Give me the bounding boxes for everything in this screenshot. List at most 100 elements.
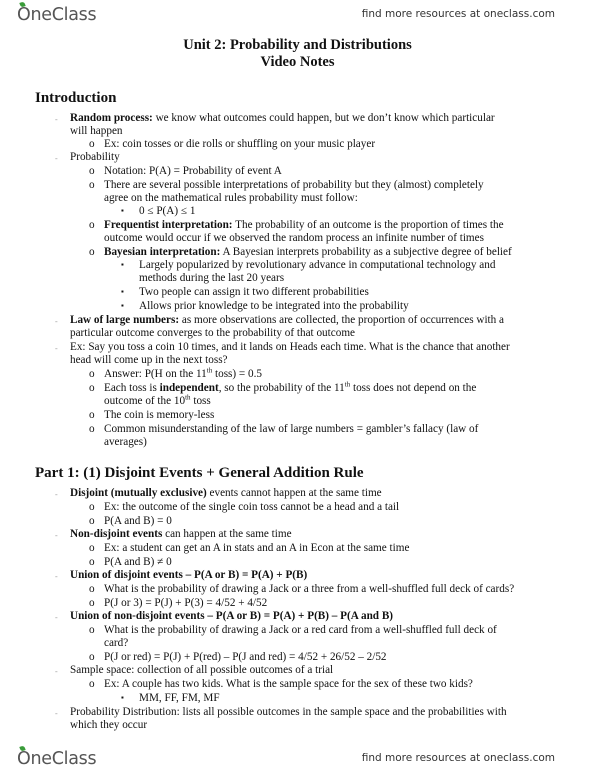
circle-bullet: o bbox=[89, 138, 95, 150]
list-item: P(J or red) = P(J) + P(red) – P(J and re… bbox=[104, 651, 387, 663]
list-item: Non-disjoint events can happen at the sa… bbox=[70, 528, 292, 541]
definition: we know what outcomes could happen, but … bbox=[152, 112, 495, 124]
text: , so the probability of the 11 bbox=[218, 382, 345, 394]
list-item-continued: head will come up in the next toss? bbox=[70, 354, 228, 366]
list-item: Bayesian interpretation: A Bayesian inte… bbox=[104, 246, 512, 259]
list-item: Ex: the outcome of the single coin toss … bbox=[104, 501, 400, 513]
list-item-continued: which they occur bbox=[70, 719, 148, 731]
logo-o: O bbox=[17, 1, 31, 25]
list-item: Largely popularized by revolutionary adv… bbox=[139, 259, 496, 271]
definition: The probability of an outcome is the pro… bbox=[232, 219, 504, 231]
dash-bullet: - bbox=[55, 154, 58, 163]
list-item: The coin is memory-less bbox=[104, 409, 215, 421]
list-item: Union of disjoint events – P(A or B) = P… bbox=[70, 569, 308, 581]
circle-bullet: o bbox=[89, 515, 95, 527]
list-item: Disjoint (mutually exclusive) events can… bbox=[70, 487, 382, 500]
list-item: There are several possible interpretatio… bbox=[104, 179, 484, 191]
list-item: P(A and B) ≠ 0 bbox=[104, 556, 172, 568]
definition: as more observations are collected, the … bbox=[179, 314, 505, 326]
logo-o-text: O bbox=[17, 5, 31, 25]
list-item: MM, FF, FM, MF bbox=[139, 692, 220, 704]
list-item: P(J or 3) = P(J) + P(3) = 4/52 + 4/52 bbox=[104, 597, 268, 609]
list-item: Notation: P(A) = Probability of event A bbox=[104, 165, 282, 177]
list-item: Each toss is independent, so the probabi… bbox=[104, 381, 477, 395]
circle-bullet: o bbox=[89, 624, 95, 636]
section-heading-introduction: Introduction bbox=[35, 90, 117, 106]
document-subtitle: Video Notes bbox=[260, 54, 335, 70]
term: Law of large numbers: bbox=[70, 314, 180, 326]
list-item-continued: averages) bbox=[104, 436, 147, 448]
circle-bullet: o bbox=[89, 165, 95, 177]
text: toss) = 0.5 bbox=[212, 368, 263, 380]
list-item: Common misunderstanding of the law of la… bbox=[104, 423, 479, 435]
list-item: Ex: coin tosses or die rolls or shufflin… bbox=[104, 138, 376, 150]
circle-bullet: o bbox=[89, 219, 95, 231]
list-item: Probability Distribution: lists all poss… bbox=[70, 706, 507, 718]
dash-bullet: - bbox=[55, 613, 58, 622]
text: Each toss is bbox=[104, 382, 160, 394]
text: toss does not depend on the bbox=[350, 382, 477, 394]
list-item: Frequentist interpretation: The probabil… bbox=[104, 219, 504, 232]
circle-bullet: o bbox=[89, 583, 95, 595]
dash-bullet: - bbox=[55, 344, 58, 353]
circle-bullet: o bbox=[89, 382, 95, 394]
list-item: Law of large numbers: as more observatio… bbox=[70, 314, 504, 327]
list-item-continued: card? bbox=[104, 637, 129, 649]
list-item: Ex: Say you toss a coin 10 times, and it… bbox=[70, 341, 510, 353]
list-item-continued: methods during the last 20 years bbox=[139, 272, 285, 284]
circle-bullet: o bbox=[89, 556, 95, 568]
dash-bullet: - bbox=[55, 317, 58, 326]
page-header: OneClass find more resources at oneclass… bbox=[0, 1, 595, 30]
list-item: Sample space: collection of all possible… bbox=[70, 664, 334, 676]
term: Bayesian interpretation: bbox=[104, 246, 221, 258]
list-item: Ex: A couple has two kids. What is the s… bbox=[104, 678, 473, 690]
logo-text: neClass bbox=[30, 749, 97, 769]
circle-bullet: o bbox=[89, 368, 95, 380]
circle-bullet: o bbox=[89, 246, 95, 258]
document-title: Unit 2: Probability and Distributions bbox=[183, 37, 412, 53]
list-item-continued: outcome would occur if we observed the r… bbox=[104, 232, 484, 244]
header-tagline-link[interactable]: find more resources at oneclass.com bbox=[362, 8, 555, 20]
footer-tagline-link[interactable]: find more resources at oneclass.com bbox=[362, 752, 555, 764]
term: Random process: bbox=[70, 112, 153, 124]
dash-bullet: - bbox=[55, 531, 58, 540]
circle-bullet: o bbox=[89, 501, 95, 513]
list-item: What is the probability of drawing a Jac… bbox=[104, 624, 497, 636]
list-item-continued: agree on the mathematical rules probabil… bbox=[104, 192, 358, 204]
circle-bullet: o bbox=[89, 423, 95, 435]
term: Frequentist interpretation: bbox=[104, 219, 233, 231]
dash-bullet: - bbox=[55, 115, 58, 124]
list-item: Answer: P(H on the 11th toss) = 0.5 bbox=[104, 367, 263, 381]
text: toss bbox=[190, 395, 211, 407]
square-bullet: ▪ bbox=[121, 693, 124, 702]
circle-bullet: o bbox=[89, 651, 95, 663]
list-item: 0 ≤ P(A) ≤ 1 bbox=[139, 205, 196, 217]
circle-bullet: o bbox=[89, 678, 95, 690]
square-bullet: ▪ bbox=[121, 206, 124, 215]
text: Answer: P(H on the 11 bbox=[104, 368, 207, 380]
list-item: P(A and B) = 0 bbox=[104, 515, 172, 527]
list-item-continued: outcome of the 10th toss bbox=[104, 394, 211, 408]
document-title-block: Unit 2: Probability and Distributions Vi… bbox=[0, 37, 595, 71]
term: Non-disjoint events bbox=[70, 528, 163, 540]
circle-bullet: o bbox=[89, 179, 95, 191]
term: independent bbox=[159, 382, 219, 394]
list-item: Allows prior knowledge to be integrated … bbox=[139, 300, 409, 312]
square-bullet: ▪ bbox=[121, 260, 124, 269]
circle-bullet: o bbox=[89, 542, 95, 554]
circle-bullet: o bbox=[89, 409, 95, 421]
oneclass-logo[interactable]: OneClass bbox=[17, 1, 97, 25]
list-item: Probability bbox=[70, 151, 120, 163]
dash-bullet: - bbox=[55, 667, 58, 676]
list-item: Ex: a student can get an A in stats and … bbox=[104, 542, 410, 554]
term: Disjoint (mutually exclusive) bbox=[70, 487, 207, 499]
logo-text: neClass bbox=[30, 5, 97, 25]
dash-bullet: - bbox=[55, 490, 58, 499]
list-item: Union of non-disjoint events – P(A or B)… bbox=[70, 610, 394, 622]
section-heading-part-1: Part 1: (1) Disjoint Events + General Ad… bbox=[35, 465, 364, 481]
list-item-continued: will happen bbox=[70, 125, 123, 137]
definition: A Bayesian interprets probability as a s… bbox=[220, 246, 512, 258]
oneclass-logo[interactable]: OneClass bbox=[17, 745, 97, 769]
list-item-continued: particular outcome converges to the prob… bbox=[70, 327, 355, 339]
circle-bullet: o bbox=[89, 597, 95, 609]
